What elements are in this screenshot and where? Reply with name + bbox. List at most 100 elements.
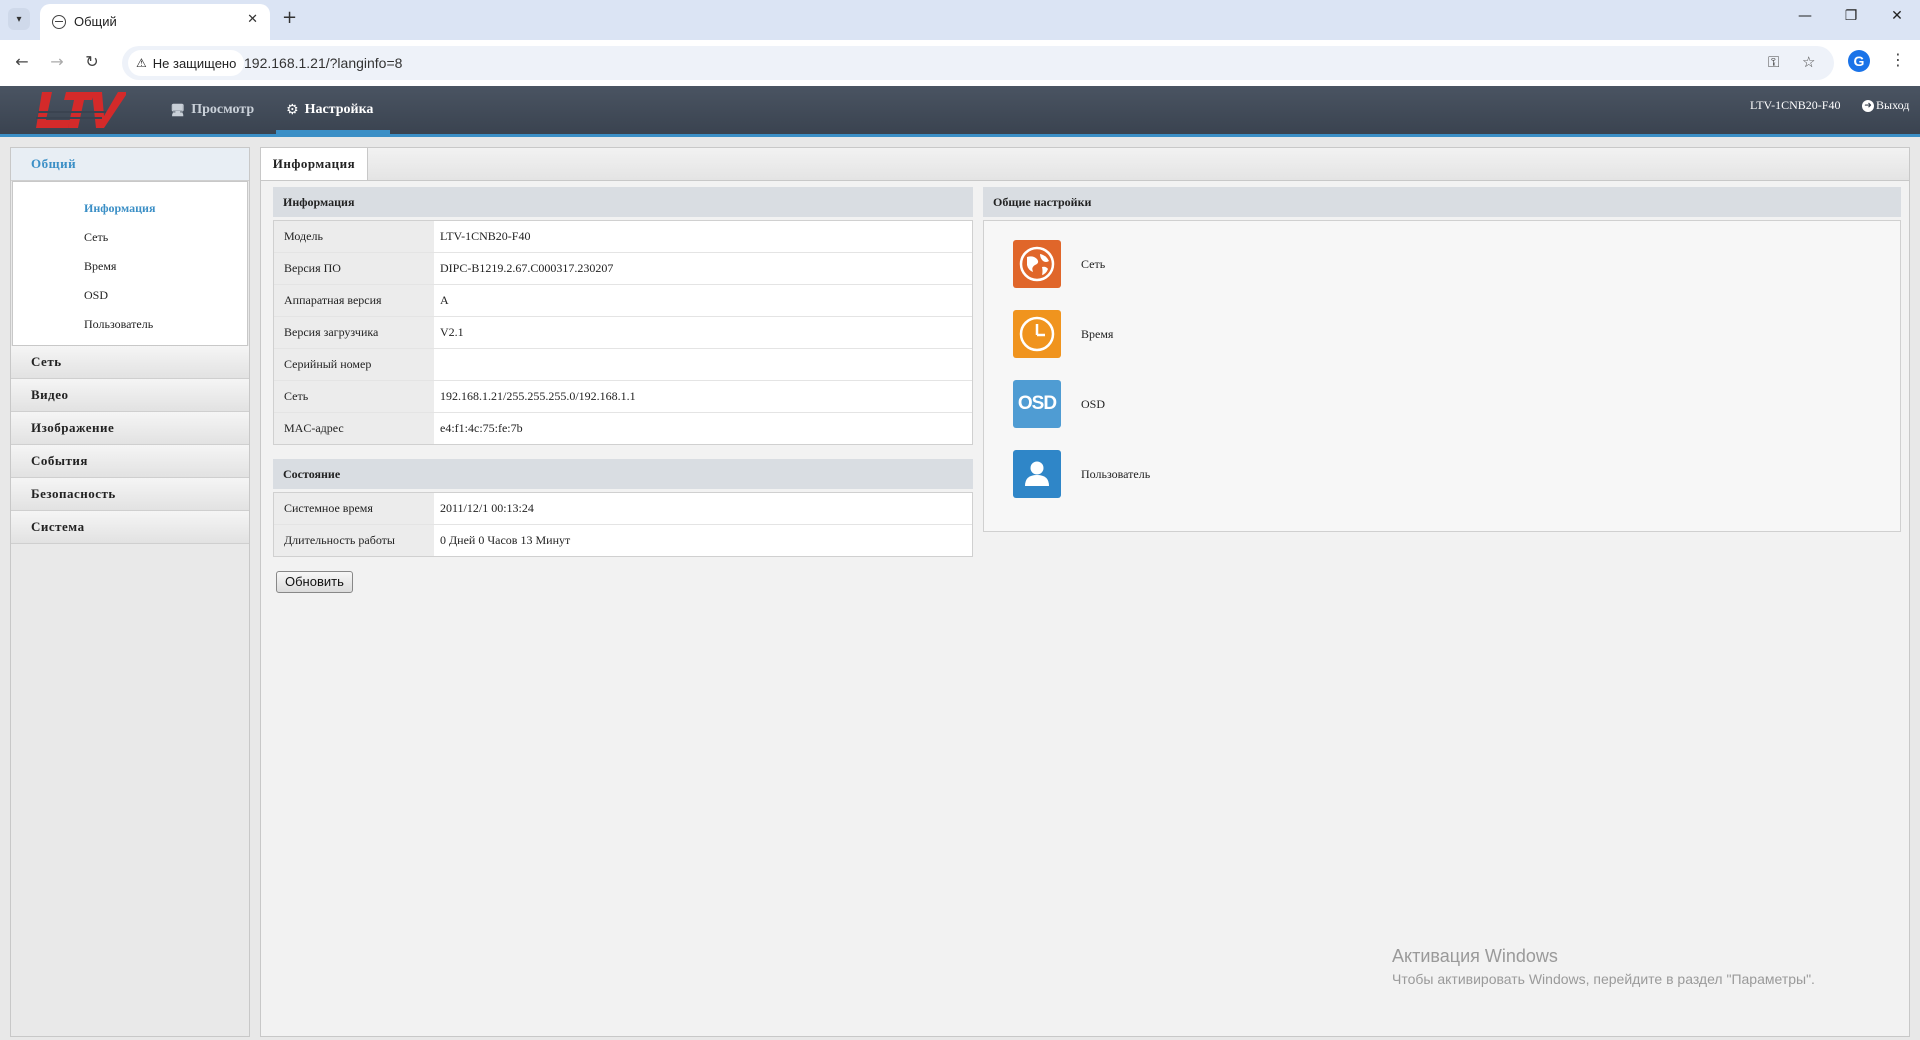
shortcut-osd[interactable]: OSD OSD xyxy=(1013,380,1105,428)
state-table: Системное время 2011/12/1 00:13:24 Длите… xyxy=(273,492,973,557)
sidebar-section-events[interactable]: События xyxy=(11,445,249,478)
settings-sidebar: Общий Информация Сеть Время OSD Пользова… xyxy=(10,147,250,1037)
security-label: Не защищено xyxy=(152,55,237,71)
device-name: LTV-1CNB20-F40 xyxy=(1750,98,1841,112)
profile-avatar[interactable]: G xyxy=(1848,50,1870,72)
refresh-button[interactable]: Обновить xyxy=(276,571,353,593)
sidebar-section-general[interactable]: Общий xyxy=(11,148,249,181)
table-row: Версия загрузчика V2.1 xyxy=(274,317,972,349)
menu-kebab-icon[interactable]: ⋮ xyxy=(1890,50,1906,69)
shortcut-network[interactable]: Сеть xyxy=(1013,240,1105,288)
shortcut-user-label[interactable]: Пользователь xyxy=(1081,467,1150,482)
new-tab-button[interactable]: + xyxy=(282,7,297,28)
general-settings-panel: Общие настройки Сеть Время OSD OSD Польз… xyxy=(983,187,1901,532)
sidebar-section-video[interactable]: Видео xyxy=(11,379,249,412)
information-panel-title: Информация xyxy=(273,187,973,217)
nav-settings[interactable]: ⚙ Настройка xyxy=(286,102,373,118)
sidebar-item-osd[interactable]: OSD xyxy=(13,281,247,310)
logout-label: Выход xyxy=(1876,98,1910,112)
row-value-serial xyxy=(434,349,972,380)
sidebar-section-image[interactable]: Изображение xyxy=(11,412,249,445)
row-key-bootloader: Версия загрузчика xyxy=(274,317,434,348)
row-key-system-time: Системное время xyxy=(274,493,434,524)
address-bar[interactable]: ⚠ Не защищено 192.168.1.21/?langinfo=8 ⚿… xyxy=(122,46,1834,80)
row-key-uptime: Длительность работы xyxy=(274,525,434,556)
ltv-logo xyxy=(36,92,126,128)
row-value-bootloader: V2.1 xyxy=(440,325,464,339)
nav-view-label: Просмотр xyxy=(191,102,255,117)
row-key-serial: Серийный номер xyxy=(274,349,434,380)
row-value-uptime: 0 Дней 0 Часов 13 Минут xyxy=(440,533,571,547)
sidebar-item-user[interactable]: Пользователь xyxy=(13,310,247,339)
row-value-firmware: DIPC-B1219.2.67.C000317.230207 xyxy=(440,261,614,275)
row-key-mac: MAC-адрес xyxy=(274,413,434,444)
nav-settings-label: Настройка xyxy=(304,102,374,117)
user-icon[interactable] xyxy=(1013,450,1061,498)
app-header: 🖥 Просмотр ⚙ Настройка LTV-1CNB20-F40 ➜ … xyxy=(0,86,1920,137)
row-value-hardware: A xyxy=(440,293,449,307)
sidebar-item-time[interactable]: Время xyxy=(13,252,247,281)
row-value-system-time: 2011/12/1 00:13:24 xyxy=(440,501,534,515)
tab-information[interactable]: Информация xyxy=(261,148,368,180)
row-key-network: Сеть xyxy=(274,381,434,412)
minimize-icon[interactable]: — xyxy=(1790,8,1820,24)
tab-search-button[interactable]: ▾ xyxy=(8,8,30,30)
reload-icon[interactable]: ↻ xyxy=(80,52,104,71)
url-text[interactable]: 192.168.1.21/?langinfo=8 xyxy=(244,55,402,71)
star-icon[interactable]: ☆ xyxy=(1802,53,1815,71)
table-row: Сеть 192.168.1.21/255.255.255.0/192.168.… xyxy=(274,381,972,413)
content-area: Информация Информация Модель LTV-1CNB20-… xyxy=(260,147,1910,1037)
security-chip[interactable]: ⚠ Не защищено xyxy=(128,50,245,76)
row-value-model: LTV-1CNB20-F40 xyxy=(440,229,531,243)
tab-title: Общий xyxy=(74,14,117,29)
general-settings-shortcuts: Сеть Время OSD OSD Пользователь xyxy=(983,220,1901,532)
sidebar-general-submenu: Информация Сеть Время OSD Пользователь xyxy=(12,181,248,346)
information-table: Модель LTV-1CNB20-F40 Версия ПО DIPC-B12… xyxy=(273,220,973,445)
forward-arrow-icon[interactable]: → xyxy=(45,52,69,71)
browser-tab-active[interactable]: Общий ✕ xyxy=(40,4,270,40)
shortcut-time-label[interactable]: Время xyxy=(1081,327,1113,342)
nav-active-indicator xyxy=(276,130,390,134)
table-row: Версия ПО DIPC-B1219.2.67.C000317.230207 xyxy=(274,253,972,285)
tab-close-icon[interactable]: ✕ xyxy=(247,12,258,27)
restore-icon[interactable]: ❐ xyxy=(1836,8,1866,24)
key-icon[interactable]: ⚿ xyxy=(1768,53,1779,71)
content-tab-strip: Информация xyxy=(261,148,1909,181)
shortcut-user[interactable]: Пользователь xyxy=(1013,450,1150,498)
table-row: Серийный номер xyxy=(274,349,972,381)
sidebar-section-network[interactable]: Сеть xyxy=(11,346,249,379)
monitor-icon: 🖥 xyxy=(170,103,186,117)
clock-icon[interactable] xyxy=(1013,310,1061,358)
logout-arrow-icon: ➜ xyxy=(1862,99,1874,112)
browser-tab-strip: ▾ Общий ✕ + — ❐ ✕ xyxy=(0,0,1920,40)
window-close-icon[interactable]: ✕ xyxy=(1882,8,1912,24)
sidebar-item-network[interactable]: Сеть xyxy=(13,223,247,252)
table-row: Аппаратная версия A xyxy=(274,285,972,317)
row-value-network: 192.168.1.21/255.255.255.0/192.168.1.1 xyxy=(440,389,636,403)
watermark-title: Активация Windows xyxy=(1392,946,1558,966)
logout-button[interactable]: ➜ Выход xyxy=(1862,98,1909,113)
shortcut-network-label[interactable]: Сеть xyxy=(1081,257,1105,272)
osd-icon-text: OSD xyxy=(1017,393,1057,414)
windows-activation-watermark: Активация Windows Чтобы активировать Win… xyxy=(1392,946,1815,987)
back-arrow-icon[interactable]: ← xyxy=(10,52,34,71)
osd-icon[interactable]: OSD xyxy=(1013,380,1061,428)
sidebar-section-security[interactable]: Безопасность xyxy=(11,478,249,511)
warning-triangle-icon: ⚠ xyxy=(136,56,147,70)
sidebar-section-system[interactable]: Система xyxy=(11,511,249,544)
globe-icon[interactable] xyxy=(1013,240,1061,288)
watermark-subtitle: Чтобы активировать Windows, перейдите в … xyxy=(1392,971,1815,987)
information-panel: Информация Модель LTV-1CNB20-F40 Версия … xyxy=(273,187,973,445)
nav-view[interactable]: 🖥 Просмотр xyxy=(170,102,254,118)
shortcut-time[interactable]: Время xyxy=(1013,310,1113,358)
table-row: Модель LTV-1CNB20-F40 xyxy=(274,221,972,253)
row-key-model: Модель xyxy=(274,221,434,252)
shortcut-osd-label[interactable]: OSD xyxy=(1081,397,1105,412)
table-row: MAC-адрес e4:f1:4c:75:fe:7b xyxy=(274,413,972,444)
sidebar-item-information[interactable]: Информация xyxy=(13,194,247,223)
row-key-firmware: Версия ПО xyxy=(274,253,434,284)
table-row: Системное время 2011/12/1 00:13:24 xyxy=(274,493,972,525)
gear-icon: ⚙ xyxy=(286,102,299,118)
state-panel-title: Состояние xyxy=(273,459,973,489)
address-toolbar: ← → ↻ ⚠ Не защищено 192.168.1.21/?langin… xyxy=(0,40,1920,86)
